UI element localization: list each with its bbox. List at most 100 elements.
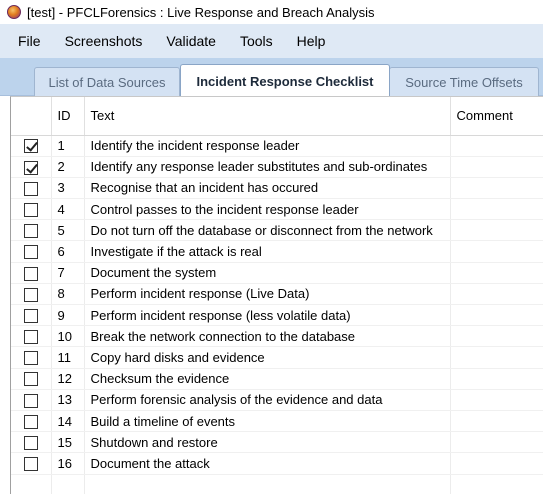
menu-screenshots[interactable]: Screenshots xyxy=(53,24,155,58)
row-checkbox-cell xyxy=(11,431,52,454)
row-checkbox[interactable] xyxy=(23,436,38,450)
table-row[interactable]: 15 Shutdown and restore xyxy=(11,431,543,454)
row-checkbox-cell xyxy=(11,262,52,284)
row-id: 13 xyxy=(51,389,85,411)
table-row[interactable]: 4 Control passes to the incident response… xyxy=(11,198,543,221)
table-row[interactable]: 1 Identify the incident response leader xyxy=(11,135,543,157)
row-text[interactable]: Perform incident response (less volatile… xyxy=(84,304,451,327)
row-checkbox[interactable] xyxy=(23,414,38,429)
row-checkbox[interactable] xyxy=(23,266,38,281)
row-comment[interactable] xyxy=(450,410,543,433)
table-row[interactable]: 3 Recognise that an incident has occured xyxy=(11,177,543,200)
table-row[interactable]: 13 Perform forensic analysis of the evide… xyxy=(11,389,543,411)
table-row[interactable]: 10 Break the network connection to the da… xyxy=(11,325,543,348)
row-checkbox[interactable] xyxy=(23,181,38,196)
header-comment[interactable]: Comment xyxy=(450,97,543,136)
row-checkbox[interactable] xyxy=(23,202,38,217)
row-comment[interactable] xyxy=(450,135,543,157)
header-id[interactable]: ID xyxy=(51,97,85,136)
row-text[interactable]: Checksum the evidence xyxy=(84,368,451,390)
tab-incident-response-checklist[interactable]: Incident Response Checklist xyxy=(180,64,390,97)
row-checkbox[interactable] xyxy=(23,160,38,175)
header-row: ID Text Comment xyxy=(11,97,543,136)
row-text[interactable]: Do not turn off the database or disconne… xyxy=(84,219,451,242)
empty-cell xyxy=(450,474,543,494)
table-row[interactable]: 9 Perform incident response (less volatil… xyxy=(11,304,543,327)
table-row[interactable]: 11 Copy hard disks and evidence xyxy=(11,346,543,369)
row-text[interactable]: Control passes to the incident response … xyxy=(84,198,451,221)
row-id: 15 xyxy=(51,431,85,454)
row-text[interactable]: Break the network connection to the data… xyxy=(84,325,451,348)
row-checkbox[interactable] xyxy=(23,372,38,387)
row-comment[interactable] xyxy=(450,198,543,221)
row-id: 3 xyxy=(51,177,85,200)
row-text[interactable]: Build a timeline of events xyxy=(84,410,451,433)
row-comment[interactable] xyxy=(450,389,543,411)
row-comment[interactable] xyxy=(450,262,543,284)
checklist-grid[interactable]: ID Text Comment 1 Identify the incident r… xyxy=(10,96,543,494)
menu-validate[interactable]: Validate xyxy=(154,24,228,58)
row-comment[interactable] xyxy=(450,283,543,306)
table-row[interactable]: 8 Perform incident response (Live Data) xyxy=(11,283,543,306)
row-text[interactable]: Document the attack xyxy=(84,452,451,475)
row-text[interactable]: Document the system xyxy=(84,262,451,284)
row-id: 9 xyxy=(51,304,85,327)
menu-file[interactable]: File xyxy=(6,24,53,58)
row-checkbox[interactable] xyxy=(23,224,38,239)
row-comment[interactable] xyxy=(450,431,543,454)
row-comment[interactable] xyxy=(450,452,543,475)
row-text[interactable]: Perform forensic analysis of the evidenc… xyxy=(84,389,451,411)
row-checkbox[interactable] xyxy=(23,351,38,366)
row-text[interactable]: Identify any response leader substitutes… xyxy=(84,156,451,178)
row-comment[interactable] xyxy=(450,219,543,242)
menu-help[interactable]: Help xyxy=(285,24,338,58)
row-comment[interactable] xyxy=(450,177,543,200)
header-checkbox-column[interactable] xyxy=(11,97,52,136)
row-checkbox-cell xyxy=(11,156,52,178)
row-checkbox[interactable] xyxy=(23,457,38,472)
table-row[interactable]: 7 Document the system xyxy=(11,262,543,284)
table-row[interactable]: 5 Do not turn off the database or disconn… xyxy=(11,219,543,242)
row-comment[interactable] xyxy=(450,346,543,369)
tab-list-of-data-sources[interactable]: List of Data Sources xyxy=(34,67,180,96)
row-id: 1 xyxy=(51,135,85,157)
table-row[interactable]: 6 Investigate if the attack is real xyxy=(11,240,543,263)
table-row[interactable]: 12 Checksum the evidence xyxy=(11,368,543,390)
row-text[interactable]: Recognise that an incident has occured xyxy=(84,177,451,200)
row-checkbox-cell xyxy=(11,177,52,200)
row-checkbox[interactable] xyxy=(23,245,38,260)
empty-cell xyxy=(51,474,85,494)
tab-strip: List of Data Sources Source Time Offsets… xyxy=(0,58,543,97)
row-checkbox-cell xyxy=(11,410,52,433)
row-text[interactable]: Copy hard disks and evidence xyxy=(84,346,451,369)
row-text[interactable]: Shutdown and restore xyxy=(84,431,451,454)
row-checkbox-cell xyxy=(11,452,52,475)
row-comment[interactable] xyxy=(450,156,543,178)
table-row[interactable]: 16 Document the attack xyxy=(11,452,543,475)
header-text[interactable]: Text xyxy=(84,97,451,136)
row-comment[interactable] xyxy=(450,304,543,327)
table-row[interactable]: 14 Build a timeline of events xyxy=(11,410,543,433)
row-checkbox-cell xyxy=(11,240,52,263)
checklist-table: ID Text Comment 1 Identify the incident r… xyxy=(11,97,543,494)
row-checkbox[interactable] xyxy=(23,139,38,154)
row-comment[interactable] xyxy=(450,325,543,348)
row-checkbox[interactable] xyxy=(23,308,38,323)
menu-tools[interactable]: Tools xyxy=(228,24,285,58)
app-icon xyxy=(7,5,21,19)
row-id: 7 xyxy=(51,262,85,284)
row-checkbox[interactable] xyxy=(23,287,38,302)
table-row[interactable]: 2 Identify any response leader substitute… xyxy=(11,156,543,178)
row-checkbox[interactable] xyxy=(23,330,38,345)
row-text[interactable]: Identify the incident response leader xyxy=(84,135,451,157)
row-text[interactable]: Investigate if the attack is real xyxy=(84,240,451,263)
row-text[interactable]: Perform incident response (Live Data) xyxy=(84,283,451,306)
row-checkbox-cell xyxy=(11,219,52,242)
row-checkbox[interactable] xyxy=(23,393,38,408)
tab-source-time-offsets[interactable]: Source Time Offsets xyxy=(389,67,539,96)
row-comment[interactable] xyxy=(450,368,543,390)
row-comment[interactable] xyxy=(450,240,543,263)
row-checkbox-cell xyxy=(11,135,52,157)
menu-bar: File Screenshots Validate Tools Help xyxy=(0,24,543,58)
empty-row xyxy=(11,474,543,494)
